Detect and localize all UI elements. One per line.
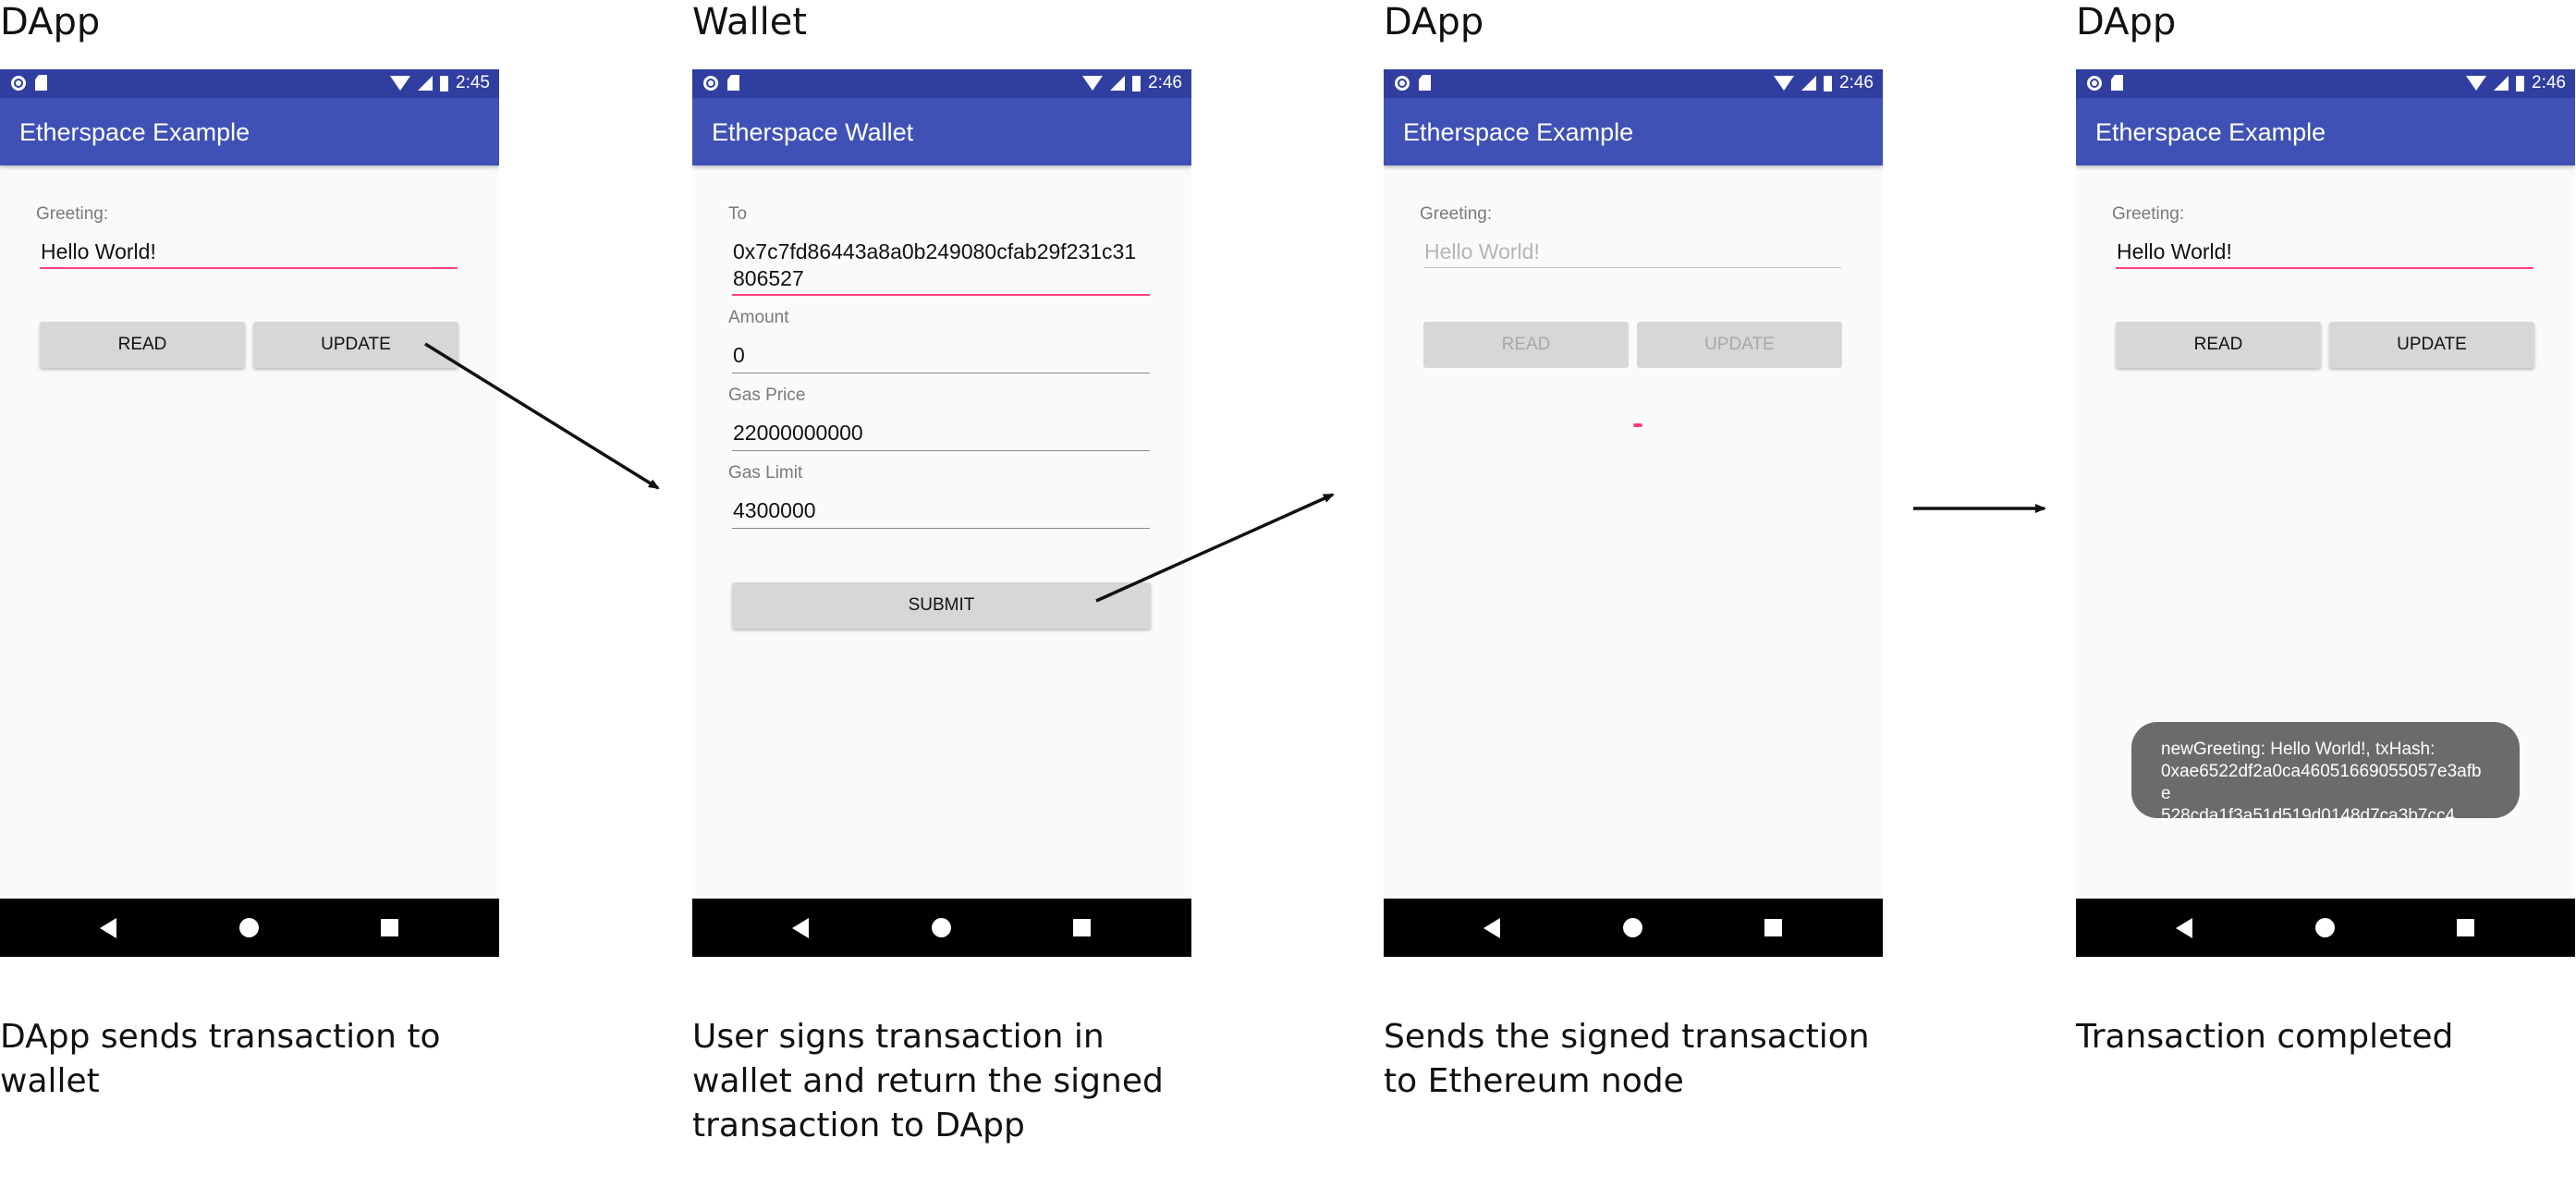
read-button[interactable]: READ (40, 322, 245, 368)
app-bar: Etherspace Example (1384, 98, 1883, 165)
signal-icon (1801, 76, 1817, 91)
phone-screen: 2:46 Etherspace Example Greeting: Hello … (2076, 69, 2575, 957)
battery-icon (1132, 75, 1141, 92)
recents-icon[interactable] (1073, 919, 1091, 936)
signal-icon (418, 76, 433, 91)
back-icon[interactable] (2176, 918, 2192, 938)
home-icon[interactable] (1623, 918, 1642, 937)
greeting-input-underline (2116, 267, 2533, 269)
sd-card-icon (727, 75, 739, 91)
wifi-icon (1082, 76, 1104, 91)
app-title: Etherspace Example (19, 118, 250, 146)
wifi-icon (390, 76, 411, 91)
app-title: Etherspace Example (1403, 118, 1634, 146)
phone-screen: 2:46 Etherspace Wallet To 0x7c7fd86443a8… (692, 69, 1191, 957)
sd-card-icon (35, 75, 47, 91)
panel-title: Wallet (692, 1, 808, 43)
greeting-input-underline (40, 267, 458, 269)
sd-card-icon (2111, 75, 2123, 91)
greeting-label: Greeting: (36, 204, 109, 224)
panel-title: DApp (0, 1, 101, 43)
gas-limit-input[interactable]: 4300000 (733, 497, 816, 524)
wifi-icon (1774, 76, 1795, 91)
nav-bar (1384, 899, 1883, 957)
status-bar: 2:46 (692, 69, 1191, 98)
home-icon[interactable] (239, 918, 259, 937)
phone-screen: 2:46 Etherspace Example Greeting: Hello … (1384, 69, 1883, 957)
greeting-input-underline (1423, 267, 1841, 268)
gas-price-input-underline (732, 450, 1150, 451)
update-button[interactable]: UPDATE (2329, 322, 2534, 368)
nav-bar (2076, 899, 2575, 957)
status-bar: 2:46 (2076, 69, 2575, 98)
to-input-underline (732, 294, 1150, 296)
back-icon[interactable] (1483, 918, 1500, 938)
app-bar: Etherspace Wallet (692, 98, 1191, 165)
greeting-label: Greeting: (1420, 204, 1493, 224)
gas-price-input[interactable]: 22000000000 (733, 420, 863, 447)
progress-spinner (1633, 423, 1642, 427)
panel-caption: Transaction completed (2076, 1018, 2454, 1056)
recents-icon[interactable] (381, 919, 398, 936)
read-button: READ (1423, 322, 1629, 368)
phone-screen: 2:45 Etherspace Example Greeting: Hello … (0, 69, 499, 957)
app-bar: Etherspace Example (2076, 98, 2575, 165)
app-title: Etherspace Example (2095, 118, 2326, 146)
app-bar: Etherspace Example (0, 98, 499, 165)
panel-dapp-completed: DApp 2:46 Etherspace Example Greeting: H… (2076, 0, 2575, 1187)
submit-button[interactable]: SUBMIT (732, 582, 1151, 629)
back-icon[interactable] (100, 918, 116, 938)
app-title: Etherspace Wallet (712, 118, 914, 146)
record-icon (703, 75, 718, 91)
status-time: 2:45 (456, 73, 490, 92)
home-icon[interactable] (932, 918, 951, 937)
battery-icon (1824, 75, 1833, 92)
panel-title: DApp (2076, 1, 2177, 43)
recents-icon[interactable] (1764, 919, 1782, 936)
to-address-input[interactable]: 0x7c7fd86443a8a0b249080cfab29f231c31 806… (733, 239, 1151, 292)
update-button[interactable]: UPDATE (253, 322, 458, 368)
panel-dapp-send: DApp 2:45 Etherspace Example Greeting: H… (0, 0, 499, 1187)
nav-bar (692, 899, 1191, 957)
panel-wallet-sign: Wallet 2:46 Etherspace Wallet To 0x7c7fd… (692, 0, 1191, 1187)
greeting-input: Hello World! (1424, 239, 1540, 263)
signal-icon (2494, 76, 2509, 91)
battery-icon (440, 75, 449, 92)
status-bar: 2:46 (1384, 69, 1883, 98)
wifi-icon (2466, 76, 2487, 91)
status-time: 2:46 (2532, 73, 2566, 92)
sd-card-icon (1419, 75, 1431, 91)
gas-limit-input-underline (732, 528, 1150, 529)
update-button: UPDATE (1637, 322, 1842, 368)
record-icon (11, 75, 26, 91)
panel-caption: User signs transaction in wallet and ret… (692, 1018, 1164, 1144)
greeting-label: Greeting: (2112, 204, 2185, 224)
status-time: 2:46 (1148, 73, 1182, 92)
amount-input[interactable]: 0 (733, 342, 745, 369)
status-time: 2:46 (1839, 73, 1874, 92)
gas-limit-label: Gas Limit (728, 463, 803, 483)
status-bar: 2:45 (0, 69, 499, 98)
battery-icon (2516, 75, 2525, 92)
gas-price-label: Gas Price (728, 385, 806, 405)
toast-message: newGreeting: Hello World!, txHash: 0xae6… (2131, 722, 2520, 826)
back-icon[interactable] (792, 918, 809, 938)
amount-label: Amount (728, 308, 789, 327)
greeting-input[interactable]: Hello World! (41, 239, 156, 265)
panel-caption: DApp sends transaction to wallet (0, 1018, 441, 1100)
record-icon (2087, 75, 2102, 91)
recents-icon[interactable] (2457, 919, 2474, 936)
signal-icon (1110, 76, 1126, 91)
panel-caption: Sends the signed transaction to Ethereum… (1384, 1018, 1870, 1100)
greeting-input[interactable]: Hello World! (2117, 239, 2232, 265)
to-label: To (728, 204, 748, 224)
read-button[interactable]: READ (2116, 322, 2321, 368)
record-icon (1395, 75, 1410, 91)
panel-title: DApp (1384, 1, 1484, 43)
panel-dapp-broadcast: DApp 2:46 Etherspace Example Greeting: H… (1384, 0, 1883, 1187)
nav-bar (0, 899, 499, 957)
home-icon[interactable] (2315, 918, 2335, 937)
